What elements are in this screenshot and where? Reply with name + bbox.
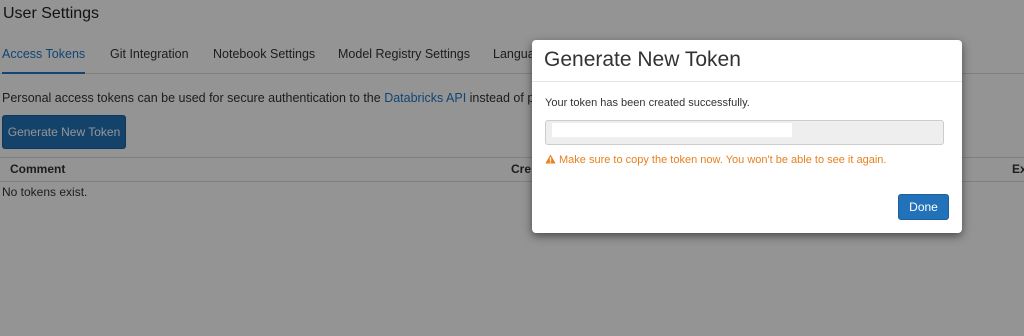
warning-triangle-icon bbox=[545, 154, 556, 164]
copy-warning: Make sure to copy the token now. You won… bbox=[545, 154, 886, 166]
user-settings-page: User Settings Access Tokens Git Integrat… bbox=[0, 0, 1024, 336]
dialog-header: Generate New Token bbox=[532, 40, 962, 82]
done-button[interactable]: Done bbox=[898, 194, 949, 220]
generate-token-dialog: Generate New Token Your token has been c… bbox=[532, 40, 962, 233]
success-message: Your token has been created successfully… bbox=[545, 97, 750, 109]
copy-warning-text: Make sure to copy the token now. You won… bbox=[559, 154, 887, 166]
redacted-token-mask bbox=[552, 123, 792, 137]
dialog-title: Generate New Token bbox=[544, 48, 741, 71]
